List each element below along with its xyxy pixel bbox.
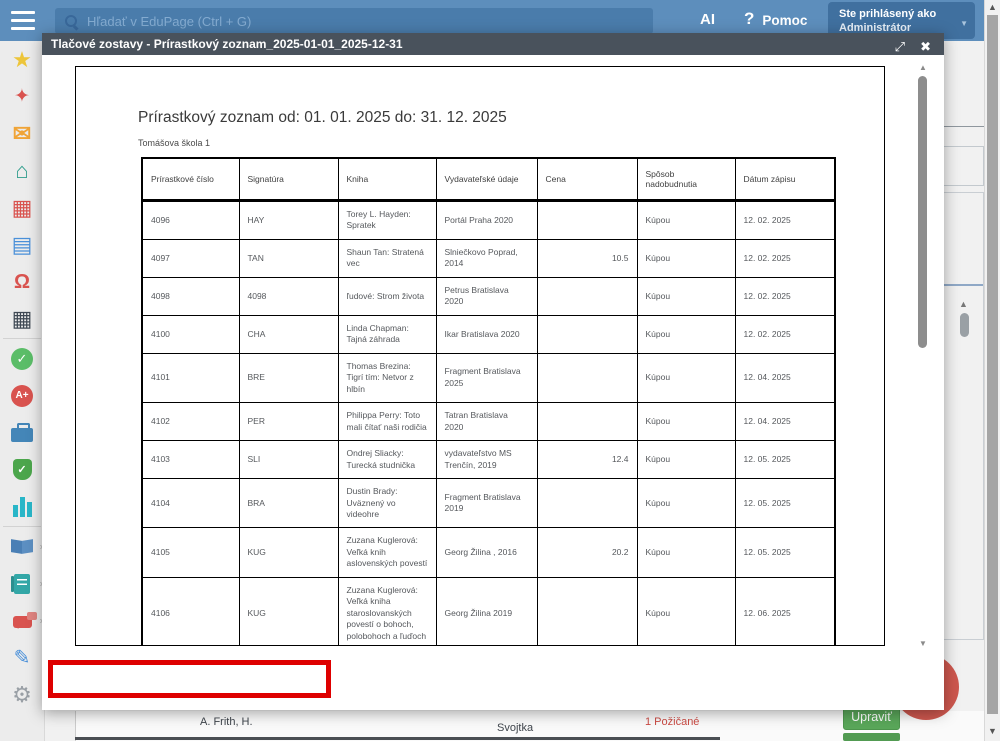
notes-pen-icon: ✎ xyxy=(14,648,31,668)
mail-icon: ✉ xyxy=(13,123,31,145)
col-header: Signatúra xyxy=(239,158,338,201)
report-preview-page: Prírastkový zoznam od: 01. 01. 2025 do: … xyxy=(75,66,885,646)
home-icon: ⌂ xyxy=(15,160,28,182)
library-book-icon xyxy=(10,538,34,555)
book-publisher-text: Svojtka xyxy=(497,722,533,734)
scroll-down-icon[interactable]: ▼ xyxy=(919,639,927,648)
sidebar-item-attendance[interactable]: ✓ xyxy=(0,340,44,377)
sidebar-item-messages[interactable]: ✉ xyxy=(0,115,44,152)
scroll-down-icon[interactable]: ▼ xyxy=(988,726,997,736)
list-scrollbar-thumb[interactable] xyxy=(960,313,969,337)
report-title: Prírastkový zoznam od: 01. 01. 2025 do: … xyxy=(138,109,507,127)
sidebar-item-home[interactable]: ⌂ xyxy=(0,152,44,189)
hamburger-menu-icon[interactable] xyxy=(11,11,35,30)
background-row-divider xyxy=(75,737,720,740)
question-icon: ? xyxy=(744,9,754,29)
sidebar-item-favorites[interactable]: ★ xyxy=(0,41,44,78)
table-row: 4102 PER Philippa Perry: Toto mali čítať… xyxy=(142,403,835,441)
col-header: Spôsob nadobudnutia xyxy=(637,158,735,201)
sidebar-item-wizard[interactable]: ✦ xyxy=(0,78,44,115)
statistics-bars-icon xyxy=(13,497,32,517)
help-button[interactable]: ? Pomoc xyxy=(744,9,807,29)
expand-icon[interactable]: ⤢ xyxy=(895,36,905,58)
sidebar-item-documents[interactable]: › xyxy=(0,565,44,602)
table-header-row: Prírastkové číslo Signatúra Kniha Vydava… xyxy=(142,158,835,201)
background-panel xyxy=(938,146,984,186)
sidebar-item-classbook[interactable]: ▤ xyxy=(0,226,44,263)
documents-icon xyxy=(14,574,30,594)
rights-shield-icon: ✓ xyxy=(13,459,32,480)
background-divider xyxy=(941,284,983,286)
modal-toolbar: Vytlačiť Uložiť ▼ Náhľad tlače A4 - Na v… xyxy=(42,662,944,710)
agenda-briefcase-icon xyxy=(11,428,33,442)
sidebar-item-settings[interactable]: ⚙ xyxy=(0,676,44,713)
notebook-icon: ▤ xyxy=(12,234,33,256)
sidebar-item-timetable[interactable]: ▦ xyxy=(0,189,44,226)
sidebar-item-agenda[interactable] xyxy=(0,414,44,451)
table-row: 4103 SLI Ondrej Sliacky: Turecká studnič… xyxy=(142,441,835,479)
background-panel xyxy=(938,192,984,640)
preview-scrollbar[interactable]: ▲ ▼ xyxy=(916,63,930,648)
calendar-icon: ▦ xyxy=(12,308,33,330)
grades-aplus-icon: A+ xyxy=(11,385,33,407)
table-row: 4098 4098 ľudové: Strom života Petrus Br… xyxy=(142,277,835,315)
scroll-up-icon[interactable]: ▲ xyxy=(919,63,927,72)
modal-title: Tlačové zostavy - Prírastkový zoznam_202… xyxy=(51,37,403,51)
loan-status-badge: 1 Požičané xyxy=(645,716,699,728)
settings-gear-icon: ⚙ xyxy=(12,684,32,706)
sidebar-item-rights[interactable]: ✓ xyxy=(0,451,44,488)
accession-table: Prírastkové číslo Signatúra Kniha Vydava… xyxy=(141,157,836,646)
communication-chat-icon xyxy=(13,616,32,628)
timetable-grid-icon: ▦ xyxy=(12,197,33,219)
table-row: 4101 BRE Thomas Brezina: Tigrí tím: Netv… xyxy=(142,353,835,402)
list-scrollbar-up-icon[interactable]: ▲ xyxy=(959,299,968,309)
close-icon[interactable]: ✖ xyxy=(920,36,931,58)
sidebar-item-grades[interactable]: A+ xyxy=(0,377,44,414)
page-scrollbar[interactable]: ▲ ▼ xyxy=(984,0,1000,741)
ai-button[interactable]: AI xyxy=(700,11,715,28)
table-row: 4105 KUG Zuzana Kuglerová: Veľká knih as… xyxy=(142,528,835,577)
edit-button-partial[interactable] xyxy=(843,733,900,741)
table-row: 4097 TAN Shaun Tan: Stratená vec Slniečk… xyxy=(142,239,835,277)
col-header: Prírastkové číslo xyxy=(142,158,239,201)
search-icon xyxy=(65,15,78,28)
substitution-person-icon: Ω xyxy=(14,272,30,292)
col-header: Dátum zápisu xyxy=(735,158,835,201)
col-header: Cena xyxy=(537,158,637,201)
left-sidebar: ★ ✦ ✉ ⌂ ▦ ▤ Ω ▦ ✓ A+ ✓ › › › ✎ ⚙ xyxy=(0,41,45,741)
sidebar-item-library[interactable]: › xyxy=(0,528,44,565)
sidebar-item-calendar[interactable]: ▦ xyxy=(0,300,44,337)
global-search xyxy=(55,8,653,34)
col-header: Vydavateľské údaje xyxy=(436,158,537,201)
report-school-name: Tomášova škola 1 xyxy=(138,138,210,148)
attendance-check-icon: ✓ xyxy=(11,348,33,370)
page-scrollbar-thumb[interactable] xyxy=(987,15,998,714)
modal-titlebar: Tlačové zostavy - Prírastkový zoznam_202… xyxy=(42,33,944,55)
col-header: Kniha xyxy=(338,158,436,201)
scroll-up-icon[interactable]: ▲ xyxy=(988,2,997,12)
sidebar-divider xyxy=(3,338,41,339)
background-divider xyxy=(944,126,984,127)
sidebar-divider xyxy=(3,526,41,527)
magic-wand-icon: ✦ xyxy=(14,87,30,106)
sidebar-item-communication[interactable]: › xyxy=(0,602,44,639)
sidebar-item-statistics[interactable] xyxy=(0,488,44,525)
print-reports-modal: Tlačové zostavy - Prírastkový zoznam_202… xyxy=(42,33,944,710)
sidebar-item-notes[interactable]: ✎ xyxy=(0,639,44,676)
table-row: 4096 HAY Torey L. Hayden: Spratek Portál… xyxy=(142,201,835,240)
user-logged-in-label: Ste prihlásený ako xyxy=(839,7,953,21)
star-icon: ★ xyxy=(12,49,32,71)
preview-scrollbar-thumb[interactable] xyxy=(918,76,927,348)
chevron-down-icon: ▼ xyxy=(960,19,968,28)
sidebar-item-substitution[interactable]: Ω xyxy=(0,263,44,300)
table-row: 4100 CHA Linda Chapman: Tajná záhrada Ik… xyxy=(142,315,835,353)
table-row: 4104 BRA Dustin Brady: Uväznený vo video… xyxy=(142,479,835,528)
search-input[interactable] xyxy=(87,14,643,29)
book-author-text: A. Frith, H. xyxy=(200,716,253,728)
table-row: 4106 KUG Zuzana Kuglerová: Veľká kniha s… xyxy=(142,577,835,646)
